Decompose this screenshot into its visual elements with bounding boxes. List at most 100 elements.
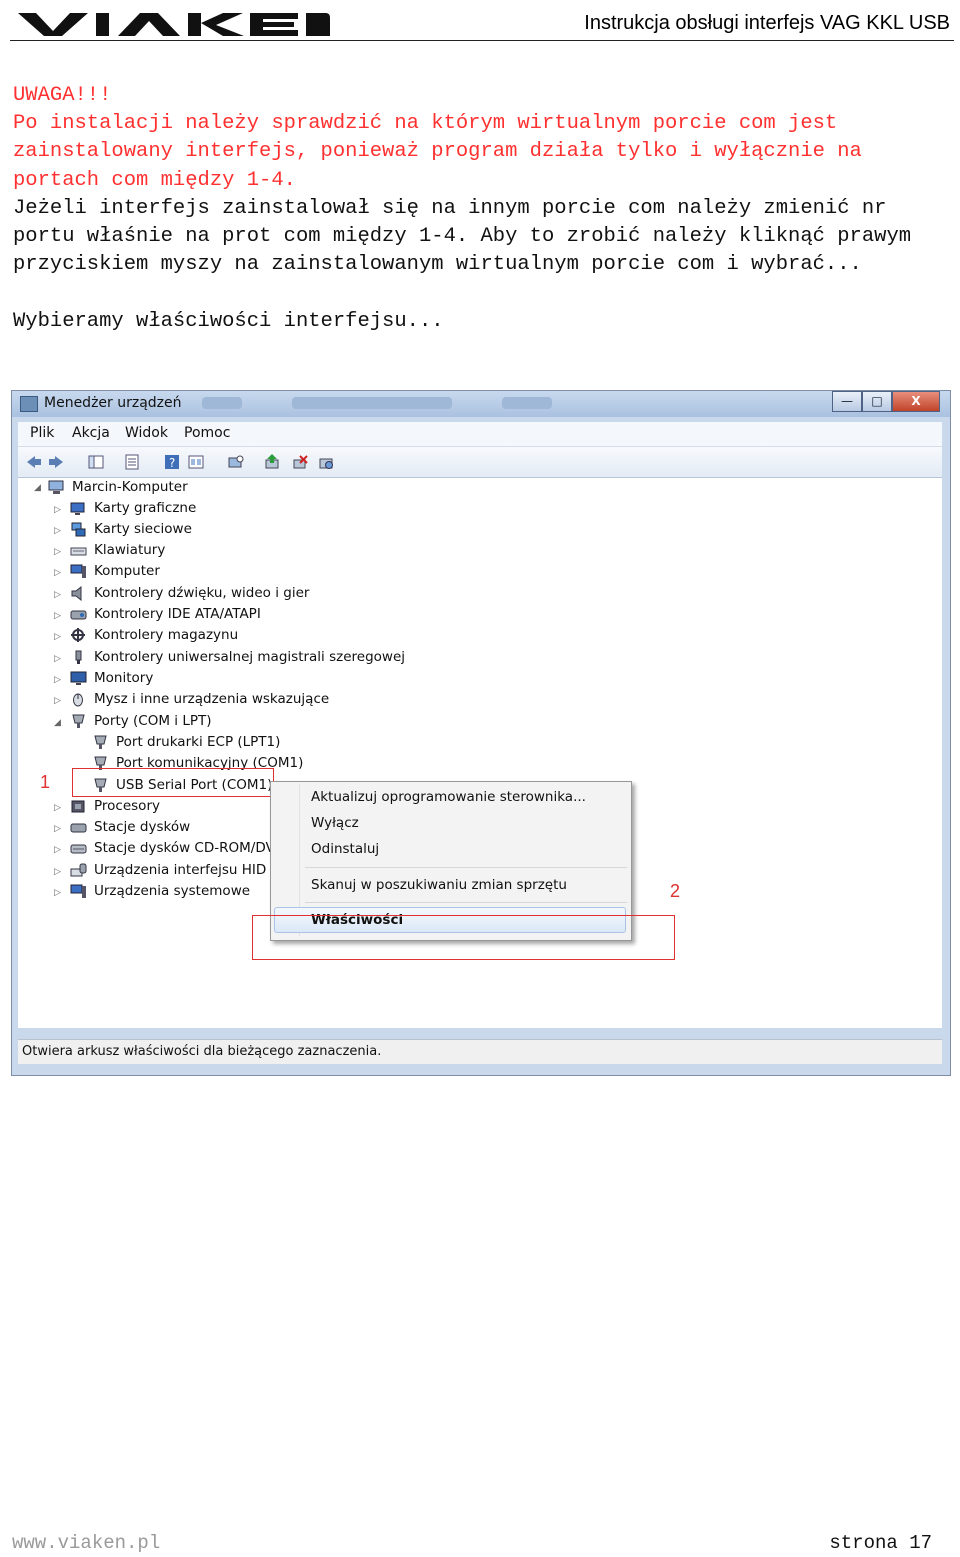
tree-root-label: Marcin-Komputer (72, 479, 188, 495)
window-titlebar: Menedżer urządzeń — □ X (12, 391, 950, 417)
expand-arrow-icon[interactable]: ▷ (54, 505, 61, 515)
collapse-arrow-icon[interactable]: ◢ (34, 483, 41, 493)
tree-item-label: Kontrolery IDE ATA/ATAPI (94, 606, 261, 622)
tree-item-label: Urządzenia systemowe (94, 883, 251, 899)
menu-pomoc[interactable]: Pomoc (184, 425, 230, 441)
expand-arrow-icon[interactable]: ▷ (54, 547, 61, 557)
viaken-logo (18, 13, 330, 36)
page-header: Instrukcja obsługi interfejs VAG KKL USB (10, 6, 954, 41)
instruction-text: UWAGA!!! Po instalacji należy sprawdzić … (13, 82, 948, 336)
system-device-icon (70, 884, 86, 898)
minimize-button[interactable]: — (832, 391, 862, 412)
menu-bar: Plik Akcja Widok Pomoc (18, 422, 942, 447)
usb-controller-icon (75, 650, 82, 664)
tree-item-label: Kontrolery dźwięku, wideo i gier (94, 585, 310, 601)
tree-item-label: Porty (COM i LPT) (94, 713, 212, 729)
console-tree-icon[interactable] (88, 454, 104, 470)
tree-item-label: Procesory (94, 798, 160, 814)
monitor-icon (70, 671, 87, 685)
expand-arrow-icon[interactable]: ▷ (54, 654, 61, 664)
menu-item-update-driver[interactable]: Aktualizuj oprogramowanie sterownika... (311, 789, 586, 805)
selection-highlight (72, 768, 274, 797)
storage-controller-icon (71, 628, 85, 642)
blurred-tab (202, 397, 242, 409)
mouse-icon (73, 693, 83, 707)
keyboard-icon (70, 547, 87, 556)
menu-separator (305, 902, 627, 903)
tree-item-label: Stacje dysków (94, 819, 191, 835)
annotation-number-2: 2 (670, 881, 681, 901)
maximize-button[interactable]: □ (862, 391, 892, 412)
expand-arrow-icon[interactable]: ▷ (54, 675, 61, 685)
tree-item-label: Karty sieciowe (94, 521, 192, 537)
footer-page-number: strona 17 (829, 1532, 932, 1554)
port-icon (94, 735, 107, 749)
speaker-icon (71, 586, 82, 601)
tree-item-label: Urządzenia interfejsu HID (94, 862, 267, 878)
cd-drive-icon (70, 844, 87, 854)
expand-arrow-icon[interactable]: ▷ (54, 888, 61, 898)
expand-arrow-icon[interactable]: ▷ (54, 845, 61, 855)
properties-icon[interactable] (124, 454, 140, 470)
disk-drive-icon (70, 823, 87, 833)
disable-icon[interactable] (292, 454, 308, 470)
computer-icon (70, 564, 86, 578)
expand-arrow-icon[interactable]: ▷ (54, 803, 61, 813)
menu-item-uninstall[interactable]: Odinstaluj (311, 841, 379, 857)
view-icon[interactable] (188, 454, 204, 470)
tree-item-label: Kontrolery uniwersalnej magistrali szere… (94, 649, 406, 665)
network-adapter-icon (71, 522, 86, 537)
svg-text:?: ? (169, 456, 175, 470)
footer-website: www.viaken.pl (12, 1532, 161, 1554)
close-button[interactable]: X (892, 391, 940, 412)
forward-icon[interactable] (48, 454, 64, 470)
blurred-tab (502, 397, 552, 409)
update-driver-icon[interactable] (264, 454, 280, 470)
choose-properties-text: Wybieramy właściwości interfejsu... (13, 309, 444, 333)
annotation-number-1: 1 (40, 772, 51, 792)
scan-icon[interactable] (228, 454, 244, 470)
expand-arrow-icon[interactable]: ▷ (54, 526, 61, 536)
status-text: Otwiera arkusz właściwości dla bieżącego… (22, 1044, 382, 1059)
tree-item-label: Monitory (94, 670, 154, 686)
tree-item-label: Stacje dysków CD-ROM/DV (94, 840, 275, 856)
back-icon[interactable] (26, 454, 42, 470)
blurred-tab (292, 397, 452, 409)
help-icon[interactable]: ? (164, 454, 180, 470)
toolbar: ? (18, 447, 942, 478)
status-bar: Otwiera arkusz właściwości dla bieżącego… (18, 1039, 942, 1064)
expand-arrow-icon[interactable]: ▷ (54, 632, 61, 642)
tree-item-label: Komputer (94, 563, 160, 579)
tree-item-label: Mysz i inne urządzenia wskazujące (94, 691, 330, 707)
expand-arrow-icon[interactable]: ▷ (54, 824, 61, 834)
document-title: Instrukcja obsługi interfejs VAG KKL USB (584, 12, 950, 34)
ide-controller-icon (70, 610, 87, 620)
expand-arrow-icon[interactable]: ▷ (54, 867, 61, 877)
menu-item-disable[interactable]: Wyłącz (311, 815, 359, 831)
computer-icon (48, 480, 64, 494)
window-title: Menedżer urządzeń (44, 395, 182, 411)
device-tree: ◢ Marcin-Komputer ▷ Karty graficzne ▷ Ka… (18, 478, 942, 1028)
tree-item-label: Klawiatury (94, 542, 166, 558)
uninstall-icon[interactable] (318, 454, 334, 470)
expand-arrow-icon[interactable]: ▷ (54, 696, 61, 706)
device-manager-icon (20, 396, 38, 412)
tree-item-label: Kontrolery magazynu (94, 627, 239, 643)
processor-icon (71, 800, 85, 813)
instruction-paragraph: Jeżeli interfejs zainstalował się na inn… (13, 196, 924, 277)
properties-annotation-box (252, 915, 675, 960)
warning-heading: UWAGA!!! (13, 84, 112, 107)
display-adapter-icon (70, 502, 85, 515)
menu-separator (305, 867, 627, 868)
tree-item-label: Port drukarki ECP (LPT1) (116, 734, 281, 750)
collapse-arrow-icon[interactable]: ◢ (54, 718, 61, 728)
expand-arrow-icon[interactable]: ▷ (54, 590, 61, 600)
menu-akcja[interactable]: Akcja (72, 425, 110, 441)
tree-item-label: Karty graficzne (94, 500, 197, 516)
menu-plik[interactable]: Plik (30, 425, 54, 441)
warning-paragraph: Po instalacji należy sprawdzić na którym… (13, 112, 875, 192)
menu-item-scan[interactable]: Skanuj w poszukiwaniu zmian sprzętu (311, 877, 567, 893)
expand-arrow-icon[interactable]: ▷ (54, 568, 61, 578)
expand-arrow-icon[interactable]: ▷ (54, 611, 61, 621)
menu-widok[interactable]: Widok (125, 425, 168, 441)
